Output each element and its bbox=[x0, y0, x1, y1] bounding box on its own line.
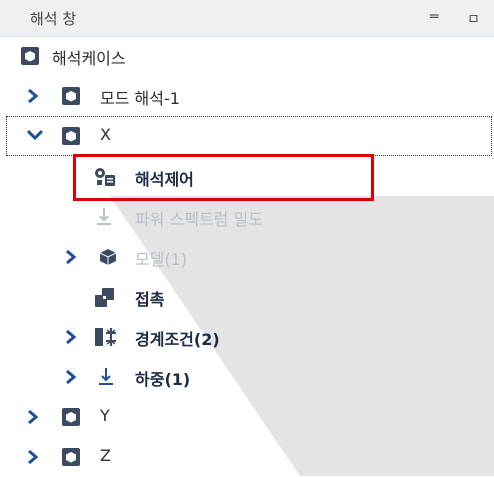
tree-label-model: 모델(1) bbox=[135, 246, 187, 270]
tree-label-modal: 모드 해석-1 bbox=[100, 85, 180, 109]
tree-item-psd[interactable]: 파워 스펙트럼 밀도 bbox=[0, 197, 494, 237]
load-arrow-icon bbox=[97, 367, 115, 385]
tree-item-load[interactable]: 하중(1) bbox=[0, 357, 494, 397]
tree-item-boundary[interactable]: 경계조건(2) bbox=[0, 317, 494, 357]
tree-item-z[interactable]: Z bbox=[0, 437, 494, 477]
tree-item-y[interactable]: Y bbox=[0, 397, 494, 437]
case-icon bbox=[62, 448, 80, 466]
boundary-condition-icon bbox=[95, 327, 119, 347]
chevron-right-icon[interactable] bbox=[27, 450, 39, 464]
case-icon bbox=[62, 408, 80, 426]
chevron-right-icon[interactable] bbox=[65, 330, 77, 344]
chevron-right-icon[interactable] bbox=[65, 370, 77, 384]
chevron-down-icon[interactable] bbox=[27, 129, 43, 141]
pin-button[interactable]: ㅁ bbox=[467, 9, 480, 29]
tree-label-x: X bbox=[100, 125, 111, 144]
tree-item-model[interactable]: 모델(1) bbox=[0, 237, 494, 277]
tree-label-z: Z bbox=[100, 446, 111, 465]
tree-label-psd: 파워 스펙트럼 밀도 bbox=[135, 206, 263, 230]
highlight-box bbox=[73, 154, 374, 201]
case-icon bbox=[62, 87, 80, 105]
tree-item-root[interactable]: 해석케이스 bbox=[0, 36, 494, 76]
minimize-button[interactable]: ═ bbox=[430, 9, 438, 25]
chevron-right-icon[interactable] bbox=[27, 89, 39, 103]
tree-item-contact[interactable]: 접촉 bbox=[0, 277, 494, 317]
down-arrow-icon bbox=[95, 207, 113, 225]
tree-label-root: 해석케이스 bbox=[52, 45, 126, 69]
tree-item-modal[interactable]: 모드 해석-1 bbox=[0, 76, 494, 116]
case-icon bbox=[21, 47, 39, 65]
panel-title: 해석 창 bbox=[30, 8, 76, 29]
tree-item-x[interactable]: X bbox=[6, 116, 492, 156]
tree-label-boundary: 경계조건(2) bbox=[135, 326, 220, 350]
panel-header: 해석 창 ═ ㅁ bbox=[0, 0, 494, 37]
cube-icon bbox=[99, 248, 117, 266]
chevron-right-icon[interactable] bbox=[27, 410, 39, 424]
analysis-panel: 해석 창 ═ ㅁ 해석케이스 모드 해석-1 X 해석제어 파워 스펙트럼 밀도… bbox=[0, 0, 494, 476]
contact-icon bbox=[95, 288, 115, 308]
chevron-right-icon[interactable] bbox=[65, 250, 77, 264]
case-icon bbox=[62, 127, 80, 145]
tree-label-load: 하중(1) bbox=[135, 366, 190, 390]
tree-label-contact: 접촉 bbox=[135, 286, 164, 310]
tree-label-y: Y bbox=[100, 406, 110, 425]
